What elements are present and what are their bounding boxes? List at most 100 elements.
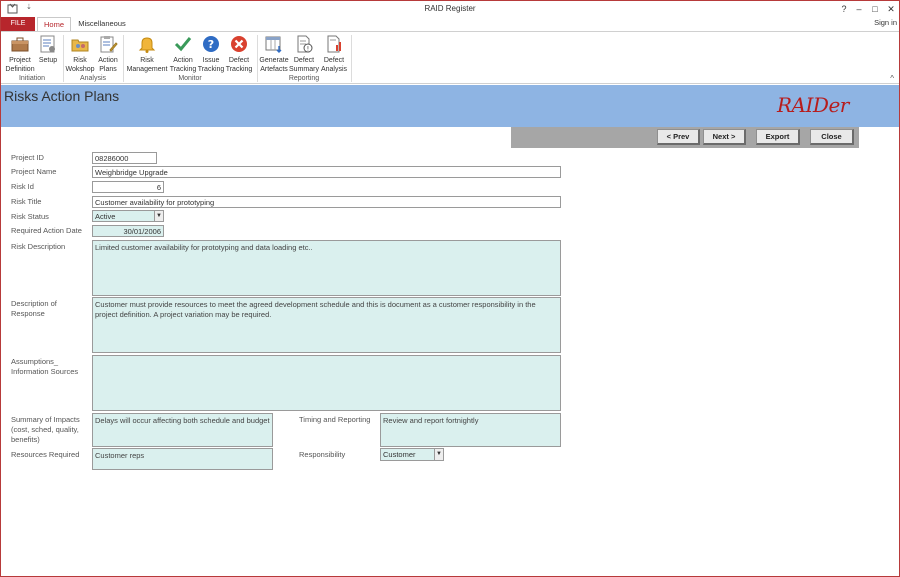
required-action-date-field[interactable]: 30/01/2006 bbox=[92, 225, 164, 237]
tab-miscellaneous[interactable]: Miscellaneous bbox=[75, 17, 129, 32]
defect-analysis-button[interactable]: Defect Analysis bbox=[319, 34, 349, 74]
defect-tracking-label-1: Defect bbox=[228, 57, 250, 64]
generate-artefacts-label-2: Artefacts bbox=[260, 66, 288, 73]
group-initiation-label: Initiation bbox=[18, 75, 46, 82]
svg-text:?: ? bbox=[208, 38, 214, 51]
checklist-gear-icon bbox=[40, 35, 55, 53]
action-plans-label-2: Plans bbox=[99, 66, 117, 73]
defect-summary-button[interactable]: ! Defect Summary bbox=[289, 34, 319, 74]
clipboard-pencil-icon bbox=[100, 36, 118, 53]
action-plans-label-1: Action bbox=[98, 57, 118, 64]
ribbon-tabs: FILE Home Miscellaneous Sign in bbox=[1, 17, 899, 32]
summary-of-impacts-label: Summary of Impacts (cost, sched, quality… bbox=[11, 415, 80, 445]
setup-button[interactable]: Setup bbox=[37, 34, 59, 65]
chevron-down-icon[interactable]: ▼ bbox=[434, 449, 443, 460]
project-id-label: Project ID bbox=[11, 153, 44, 162]
summary-of-impacts-field[interactable]: Delays will occur affecting both schedul… bbox=[92, 413, 273, 447]
group-monitor-label: Monitor bbox=[178, 75, 202, 82]
description-of-response-field[interactable]: Customer must provide resources to meet … bbox=[92, 297, 561, 353]
action-tracking-button[interactable]: Action Tracking bbox=[169, 34, 197, 74]
prev-button[interactable]: < Prev bbox=[657, 129, 700, 145]
group-divider bbox=[257, 35, 258, 82]
title-bar: ⇣ RAID Register ? – □ ✕ bbox=[1, 1, 899, 17]
close-button[interactable]: Close bbox=[810, 129, 854, 145]
group-divider bbox=[351, 35, 352, 82]
assumptions-label-line-1: Assumptions_ bbox=[11, 357, 59, 366]
ribbon: Project Definition Setup Initiation Risk bbox=[1, 31, 899, 84]
responsibility-label: Responsibility bbox=[299, 450, 346, 459]
maximize-button[interactable]: □ bbox=[868, 3, 882, 15]
help-button[interactable]: ? bbox=[837, 3, 851, 15]
action-tracking-label-2: Tracking bbox=[169, 66, 197, 73]
risk-id-label: Risk Id bbox=[11, 182, 34, 191]
action-plans-button[interactable]: Action Plans bbox=[96, 34, 120, 74]
description-of-response-label-line-1: Description of bbox=[11, 299, 57, 308]
project-name-field[interactable]: Weighbridge Upgrade bbox=[92, 166, 561, 178]
responsibility-value: Customer bbox=[383, 450, 416, 459]
bell-icon bbox=[138, 37, 156, 53]
timing-and-reporting-field[interactable]: Review and report fortnightly bbox=[380, 413, 561, 447]
issue-tracking-label-2: Tracking bbox=[197, 66, 225, 73]
generate-artefacts-label-1: Generate bbox=[259, 57, 289, 64]
timing-and-reporting-label: Timing and Reporting bbox=[299, 415, 371, 424]
window-title: RAID Register bbox=[424, 4, 476, 13]
chevron-down-icon[interactable]: ▼ bbox=[154, 211, 163, 221]
defect-tracking-label-2: Tracking bbox=[225, 66, 253, 73]
table-download-icon bbox=[265, 36, 282, 53]
project-definition-button[interactable]: Project Definition bbox=[3, 34, 37, 74]
cross-circle-icon bbox=[231, 36, 247, 52]
svg-text:!: ! bbox=[307, 46, 309, 53]
issue-tracking-button[interactable]: ? Issue Tracking bbox=[197, 34, 225, 74]
required-action-date-label: Required Action Date bbox=[11, 226, 82, 235]
responsibility-select[interactable]: Customer ▼ bbox=[380, 448, 444, 461]
summary-of-impacts-label-line-3: benefits) bbox=[11, 435, 40, 444]
description-of-response-label-line-2: Response bbox=[11, 309, 45, 318]
risk-title-field[interactable]: Customer availability for prototyping bbox=[92, 196, 561, 208]
export-button[interactable]: Export bbox=[756, 129, 800, 145]
defect-analysis-label-2: Analysis bbox=[320, 66, 348, 73]
defect-analysis-label-1: Defect bbox=[323, 57, 345, 64]
risk-description-field[interactable]: Limited customer availability for protot… bbox=[92, 240, 561, 296]
sign-in-link[interactable]: Sign in bbox=[874, 18, 897, 27]
tab-file[interactable]: FILE bbox=[1, 17, 35, 31]
risk-management-label-1: Risk bbox=[140, 57, 154, 64]
collapse-ribbon-icon[interactable]: ^ bbox=[890, 74, 894, 83]
defect-summary-label-1: Defect bbox=[293, 57, 315, 64]
group-divider bbox=[63, 35, 64, 82]
risk-title-label: Risk Title bbox=[11, 197, 42, 206]
resources-required-field[interactable]: Customer reps bbox=[92, 448, 273, 470]
record-navigation: < Prev Next > Export Close bbox=[511, 127, 859, 148]
assumptions-field[interactable] bbox=[92, 355, 561, 411]
risk-workshop-button[interactable]: Risk Wokshop bbox=[65, 34, 95, 74]
project-definition-label-1: Project bbox=[9, 57, 31, 64]
risk-id-field[interactable]: 6 bbox=[92, 181, 164, 193]
project-name-label: Project Name bbox=[11, 167, 57, 176]
form-header: Risks Action Plans RAIDer bbox=[1, 85, 899, 127]
defect-tracking-button[interactable]: Defect Tracking bbox=[225, 34, 253, 74]
document-info-icon: ! bbox=[297, 35, 313, 53]
group-analysis-label: Analysis bbox=[79, 75, 107, 82]
question-icon: ? bbox=[203, 36, 219, 52]
risk-workshop-label-1: Risk bbox=[73, 57, 87, 64]
folder-people-icon bbox=[71, 39, 89, 52]
risk-status-select[interactable]: Active ▼ bbox=[92, 210, 164, 222]
issue-tracking-label-1: Issue bbox=[202, 57, 220, 64]
generate-artefacts-button[interactable]: Generate Artefacts bbox=[259, 34, 289, 74]
document-chart-icon bbox=[327, 35, 341, 53]
setup-label: Setup bbox=[38, 57, 58, 64]
risk-workshop-label-2: Wokshop bbox=[65, 66, 95, 73]
project-definition-label-2: Definition bbox=[5, 66, 35, 73]
risk-status-value: Active bbox=[95, 212, 116, 221]
close-window-button[interactable]: ✕ bbox=[884, 3, 898, 15]
risk-management-label-2: Management bbox=[126, 66, 168, 73]
risk-management-button[interactable]: Risk Management bbox=[125, 34, 169, 74]
page-title: Risks Action Plans bbox=[4, 88, 120, 104]
summary-of-impacts-label-line-2: (cost, sched, quality, bbox=[11, 425, 79, 434]
project-id-field[interactable]: 08286000 bbox=[92, 152, 157, 164]
summary-of-impacts-label-line-1: Summary of Impacts bbox=[11, 415, 80, 424]
checkmark-icon bbox=[174, 37, 192, 52]
next-button[interactable]: Next > bbox=[703, 129, 746, 145]
minimize-button[interactable]: – bbox=[852, 3, 866, 15]
description-of-response-label: Description of Response bbox=[11, 299, 57, 319]
tab-home[interactable]: Home bbox=[37, 17, 71, 32]
